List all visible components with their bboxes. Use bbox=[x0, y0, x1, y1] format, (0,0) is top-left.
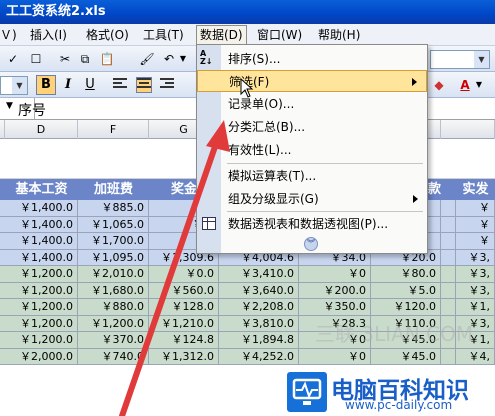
brand-url: www.pc-daily.com bbox=[345, 398, 453, 412]
arrow-shaft bbox=[119, 135, 221, 416]
faint-watermark: 三联 3LIAN.COM bbox=[315, 322, 474, 346]
annotation-arrow bbox=[119, 120, 230, 416]
mouse-cursor-icon bbox=[240, 78, 254, 98]
arrow-head bbox=[206, 120, 230, 152]
brand-logo-icon bbox=[287, 372, 327, 412]
